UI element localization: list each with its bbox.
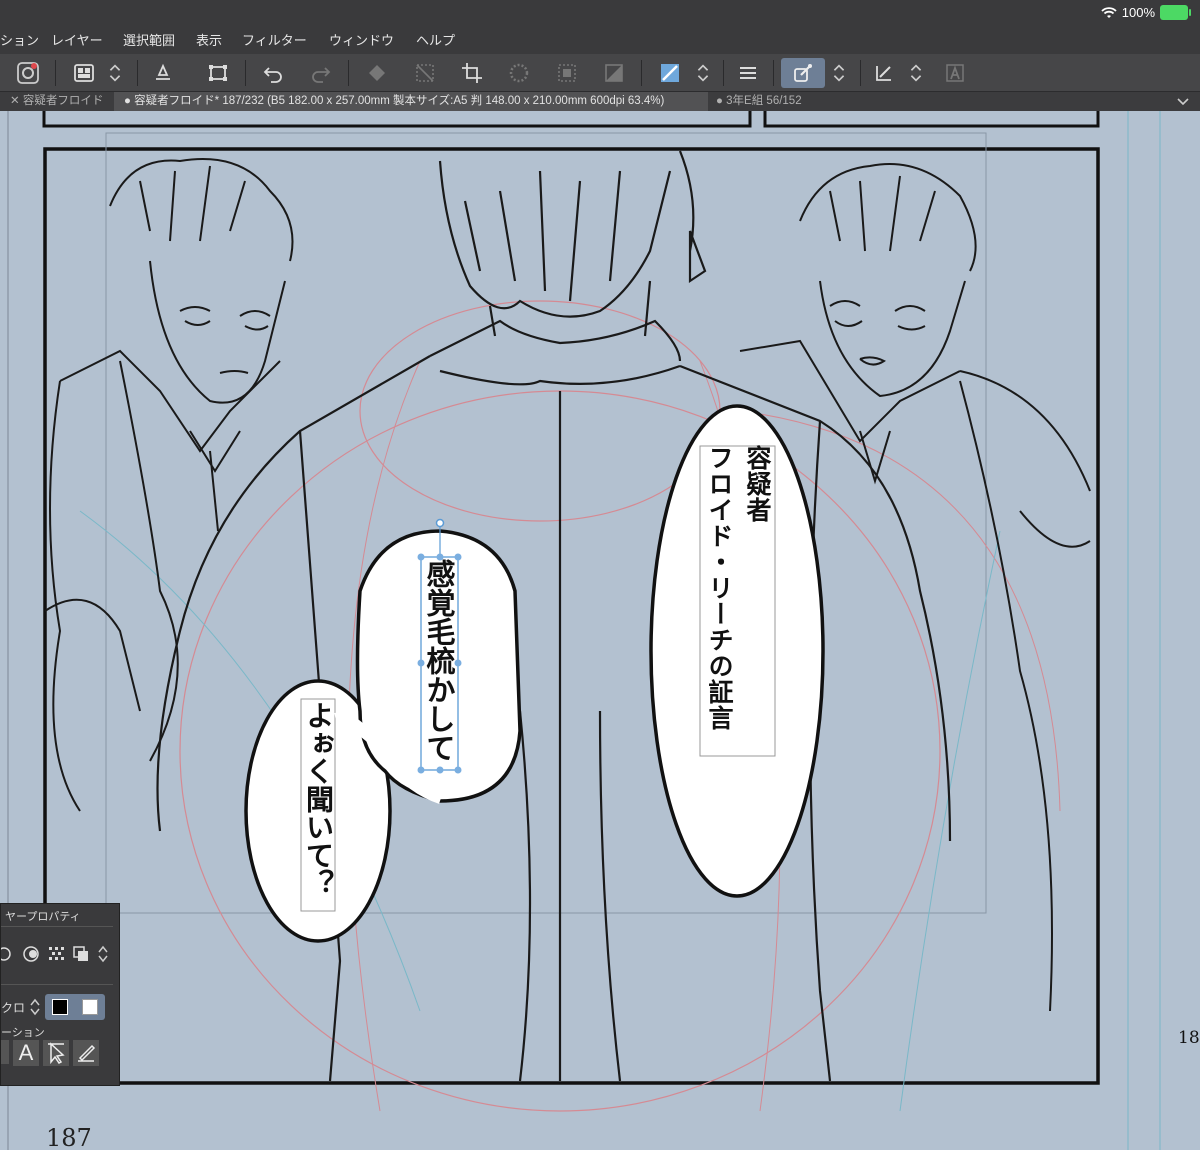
command-bar <box>0 54 1200 92</box>
select-arrow-icon[interactable] <box>43 1040 69 1066</box>
white-swatch-icon[interactable] <box>82 999 99 1015</box>
black-swatch-icon[interactable] <box>52 999 69 1015</box>
page-number: 187 <box>46 1124 92 1150</box>
toolbar-divider <box>723 60 724 86</box>
menu-item-filter[interactable]: フィルター <box>242 28 307 54</box>
panel-title: ヤープロパティ <box>5 911 81 923</box>
menu-item-view[interactable]: 表示 <box>196 28 222 54</box>
chevron-down-icon[interactable] <box>1176 92 1196 111</box>
balloon-left-text[interactable]: よぉく聞いて？ <box>302 701 335 897</box>
eyedropper-icon[interactable] <box>781 58 825 88</box>
effect-row <box>1 944 109 964</box>
pen-updown-icon[interactable] <box>905 58 927 88</box>
color-swatches[interactable] <box>45 994 106 1020</box>
menu-icon[interactable] <box>733 58 763 88</box>
layer-color-icon[interactable] <box>72 944 90 964</box>
text-icon[interactable] <box>940 58 970 88</box>
updown-icon[interactable] <box>104 58 126 88</box>
pen-tool-icon[interactable] <box>73 1040 99 1066</box>
menu-item-selection[interactable]: 選択範囲 <box>123 28 175 54</box>
toolbar-divider <box>641 60 642 86</box>
text-tool-icon[interactable]: A <box>13 1040 39 1066</box>
color-mode-row: クロ <box>1 994 106 1020</box>
updown-icon[interactable] <box>28 996 42 1018</box>
close-icon[interactable]: ✕ <box>10 95 23 107</box>
battery-percentage: 100% <box>1121 5 1155 20</box>
border-effect-icon[interactable] <box>1 944 15 964</box>
toolbar-divider <box>55 60 56 86</box>
side-page-number: 187 <box>1178 1028 1200 1048</box>
layout-icon[interactable] <box>69 58 99 88</box>
texture-icon[interactable] <box>47 944 65 964</box>
manga-canvas[interactable]: 容疑者 フロイド・リーチの証言 感覚毛梳かして よぉく聞いて？ <box>0 111 1200 1150</box>
toolbar-divider <box>137 60 138 86</box>
toolbar-divider <box>860 60 861 86</box>
upper-panel-border <box>763 111 1100 128</box>
color-updown-icon[interactable] <box>692 58 714 88</box>
updown-icon[interactable] <box>97 944 109 964</box>
fill-icon[interactable] <box>362 58 392 88</box>
upper-panel-border <box>42 111 752 128</box>
battery-icon <box>1160 5 1191 20</box>
unsaved-dot-icon: ● <box>716 95 727 107</box>
balloon-center-text[interactable]: 感覚毛梳かして <box>422 559 456 762</box>
color-swatch-icon[interactable] <box>655 58 685 88</box>
wifi-icon <box>1101 6 1117 18</box>
tab-document-1[interactable]: ✕ 容疑者フロイド <box>0 92 113 111</box>
deselect-icon[interactable] <box>410 58 440 88</box>
menu-item-window[interactable]: ウィンドウ <box>329 28 394 54</box>
undo-icon[interactable] <box>258 58 288 88</box>
crop-icon[interactable] <box>457 58 487 88</box>
vector-pen-icon[interactable] <box>869 58 899 88</box>
toolbar-divider <box>245 60 246 86</box>
menu-item-layer[interactable]: レイヤー <box>51 28 103 54</box>
status-indicators: 100% <box>1101 5 1191 20</box>
toolbar-divider <box>773 60 774 86</box>
section-label: ーション <box>1 1027 45 1039</box>
balloon-right-line-1[interactable]: 容疑者 <box>742 445 772 523</box>
color-mode-label: クロ <box>1 1000 26 1015</box>
menu-item-help[interactable]: ヘルプ <box>416 28 455 54</box>
menu-item-animation[interactable]: ション <box>0 28 39 54</box>
menu-bar: ション レイヤー 選択範囲 表示 フィルター ウィンドウ ヘルプ <box>0 28 1200 54</box>
unsaved-dot-icon: ● <box>124 95 135 107</box>
spinner-icon[interactable] <box>504 58 534 88</box>
manga-page-artwork <box>7 111 1161 1150</box>
transform-icon[interactable] <box>203 58 233 88</box>
balloon-right-line-2[interactable]: フロイド・リーチの証言 <box>704 445 734 731</box>
center-figure <box>156 150 952 1082</box>
speech-balloon-right <box>649 404 825 898</box>
toolbar-divider <box>348 60 349 86</box>
redo-icon[interactable] <box>306 58 336 88</box>
status-bar: 100% <box>0 0 1200 28</box>
left-figure <box>44 158 294 812</box>
tone-effect-icon[interactable] <box>22 944 40 964</box>
eyedropper-updown-icon[interactable] <box>828 58 850 88</box>
document-tab-bar: ✕ 容疑者フロイド ● 容疑者フロイド* 187/232 (B5 182.00 … <box>0 92 1200 111</box>
tool-buttons: A <box>1 1040 99 1066</box>
tool-button-partial[interactable] <box>1 1040 9 1064</box>
tab-document-3[interactable]: ● 3年E組 56/152 <box>710 92 850 111</box>
select-layer-icon[interactable] <box>552 58 582 88</box>
layer-property-panel: ヤープロパティ クロ ーション A <box>0 903 120 1086</box>
app-logo-icon[interactable] <box>13 58 43 88</box>
mask-icon[interactable] <box>599 58 629 88</box>
tab-document-active[interactable]: ● 容疑者フロイド* 187/232 (B5 182.00 x 257.00mm… <box>114 92 708 111</box>
clear-icon[interactable] <box>148 58 178 88</box>
